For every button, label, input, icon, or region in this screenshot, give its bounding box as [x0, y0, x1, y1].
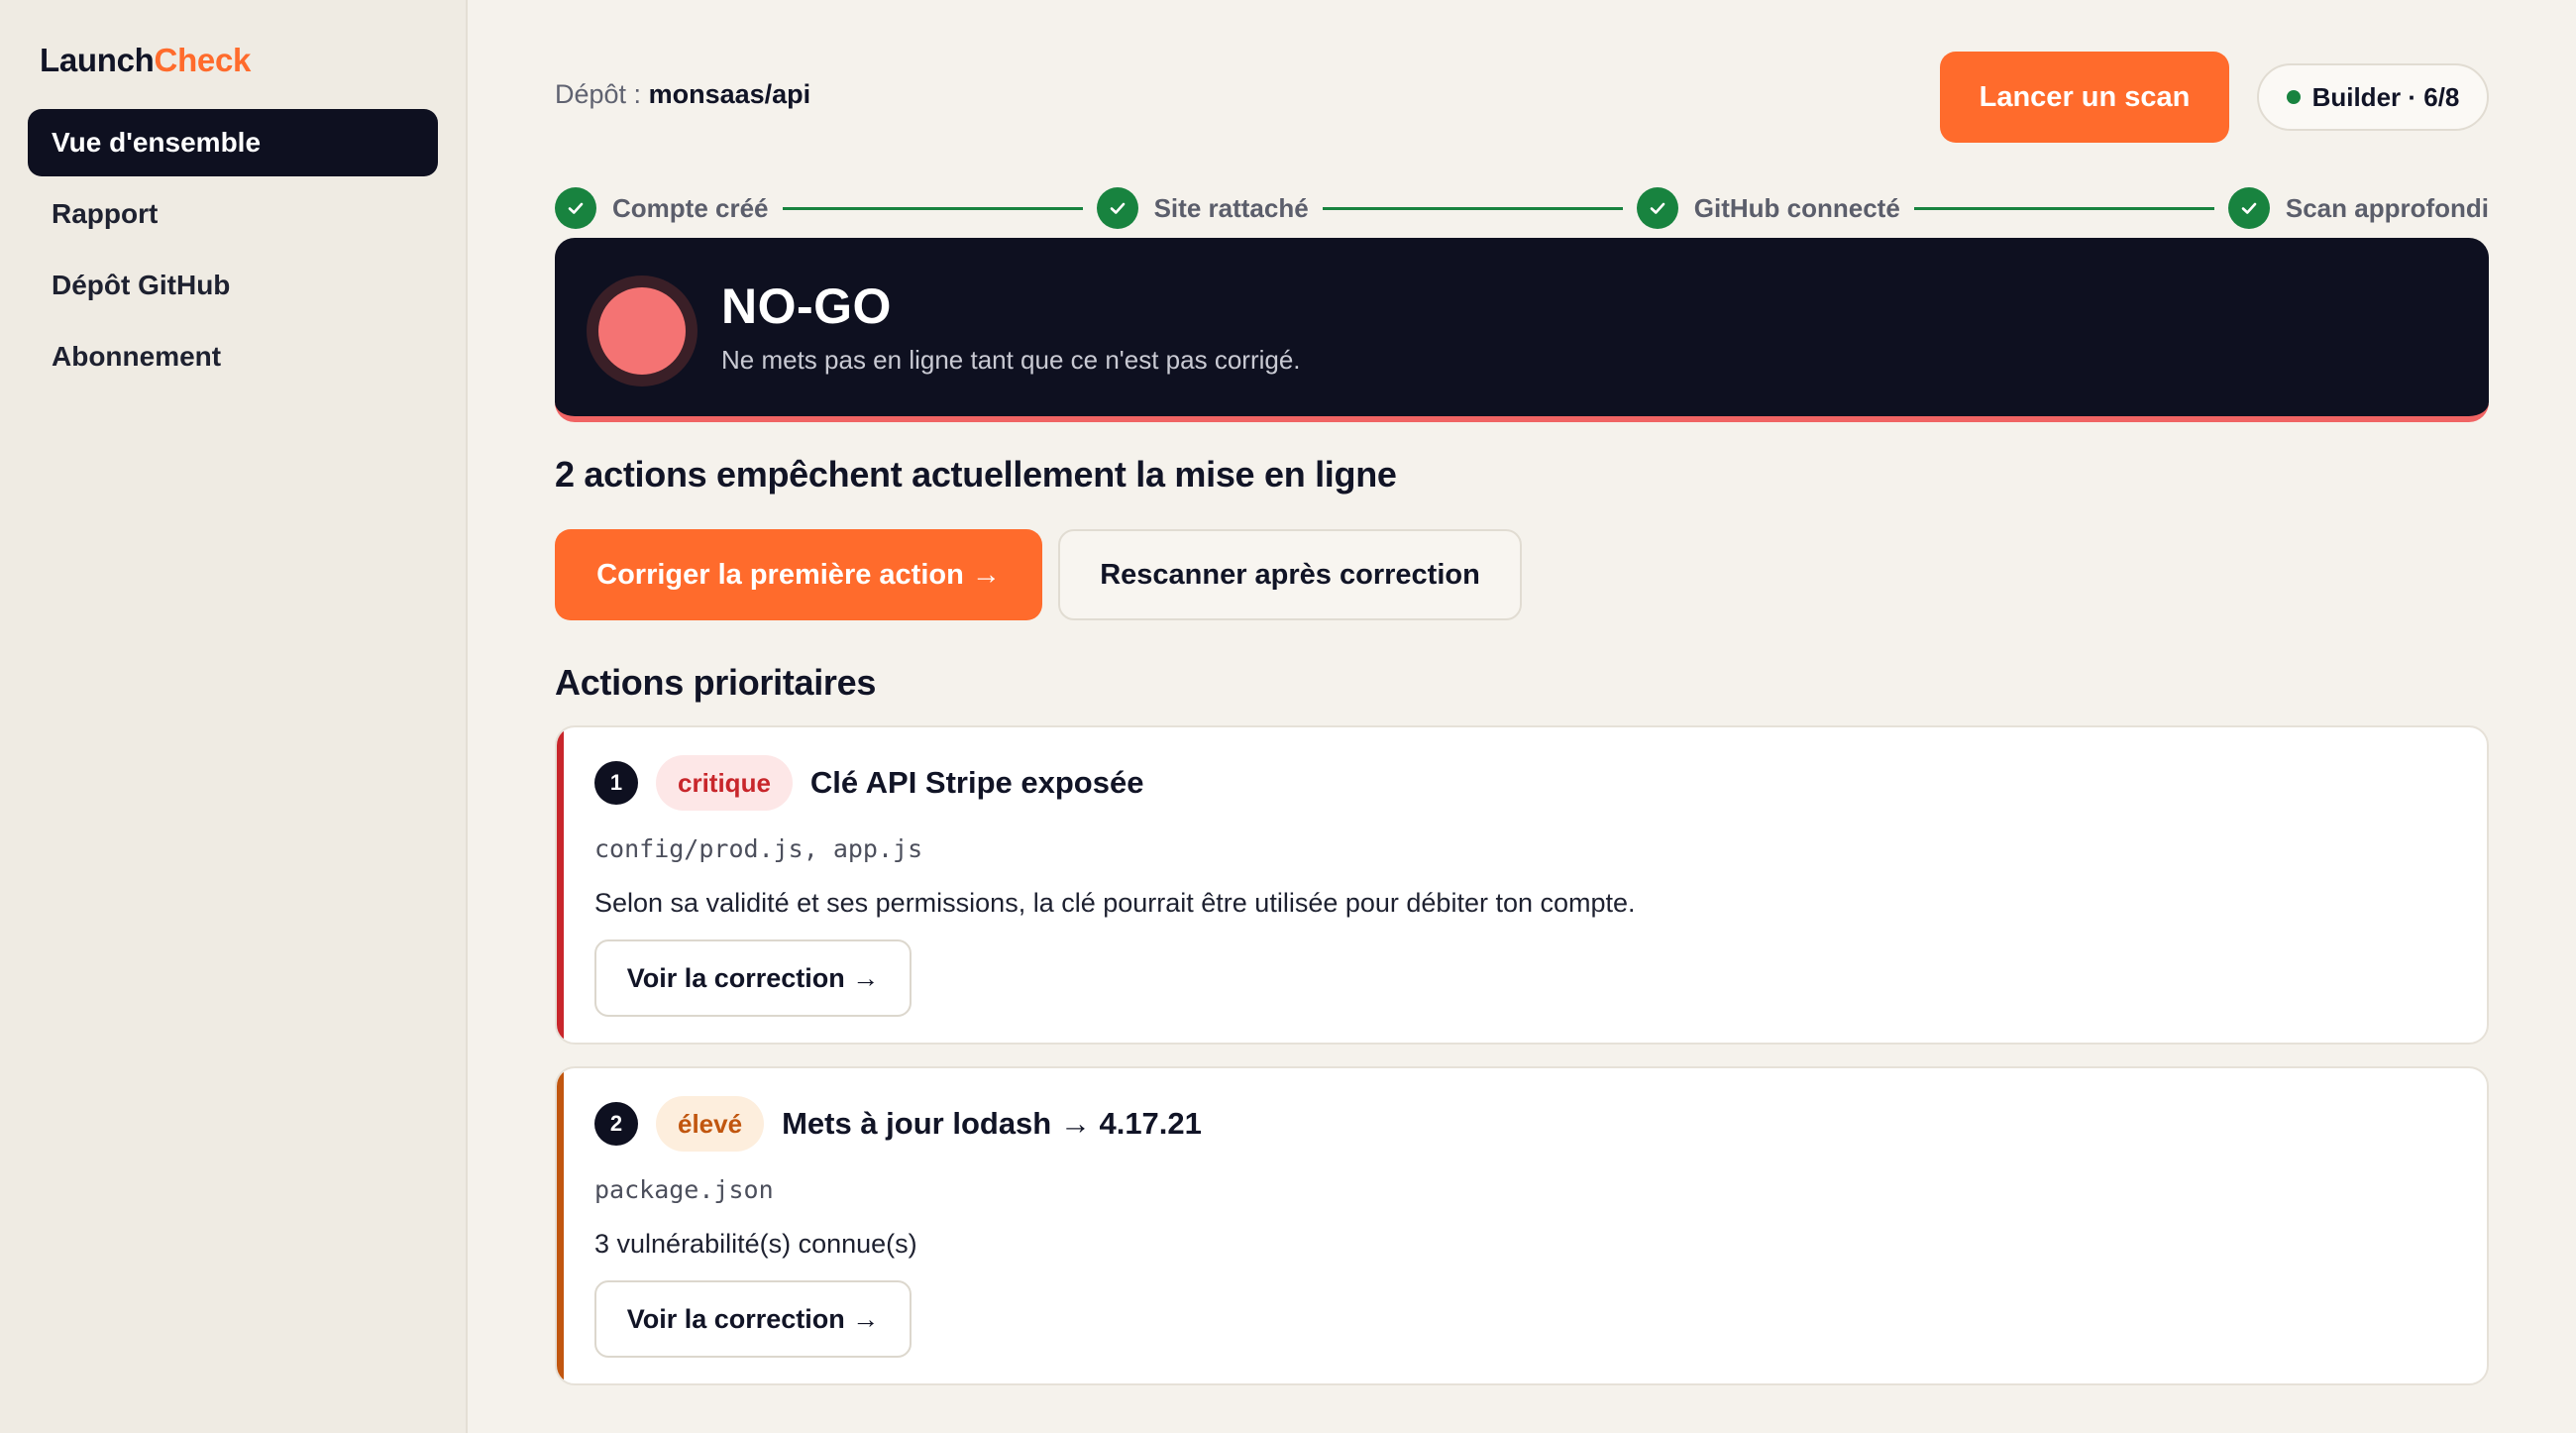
repo-breadcrumb: Dépôt : monsaas/api — [555, 79, 810, 110]
plan-badge-label: Builder · 6/8 — [2311, 81, 2460, 112]
action-description: 3 vulnérabilité(s) connue(s) — [594, 1229, 917, 1259]
step-connector — [1322, 206, 1623, 210]
sidebar-item-subscription[interactable]: Abonnement — [28, 323, 438, 390]
action-files: config/prod.js, app.js — [594, 834, 923, 863]
status-indicator-icon — [587, 276, 698, 386]
step-label: Site rattaché — [1153, 192, 1309, 223]
launch-status-banner: NO-GO Ne mets pas en ligne tant que ce n… — [555, 238, 2489, 422]
check-icon — [1636, 187, 1678, 229]
red-dot-icon — [598, 287, 686, 375]
action-files: package.json — [594, 1175, 774, 1204]
step-github-connected: GitHub connecté — [1636, 187, 1900, 229]
repo-name: monsaas/api — [648, 79, 811, 109]
check-icon — [2227, 187, 2270, 229]
action-title: Clé API Stripe exposée — [809, 765, 1144, 800]
action-description: Selon sa validité et ses permissions, la… — [594, 888, 1636, 918]
action-title: Mets à jour lodash → 4.17.21 — [782, 1106, 1202, 1141]
step-deep-scan: Scan approfondi — [2227, 187, 2489, 229]
sidebar: LaunchCheck Vue d'ensemble Rapport Dépôt… — [0, 0, 468, 1433]
step-label: GitHub connecté — [1693, 192, 1900, 223]
action-number: 1 — [594, 761, 638, 805]
view-fix-button[interactable]: Voir la correction → — [594, 1280, 912, 1358]
action-card: 2 élevé Mets à jour lodash → 4.17.21 pac… — [555, 1066, 2489, 1385]
step-site-attached: Site rattaché — [1096, 187, 1309, 229]
onboarding-stepper: Compte créé Site rattaché GitHub connect… — [555, 186, 2489, 230]
action-number: 2 — [594, 1102, 638, 1146]
step-connector — [1913, 206, 2214, 210]
status-dot-icon — [2286, 90, 2301, 104]
status-subtitle: Ne mets pas en ligne tant que ce n'est p… — [721, 345, 1301, 375]
action-card: 1 critique Clé API Stripe exposée config… — [555, 725, 2489, 1045]
sidebar-item-github-repo[interactable]: Dépôt GitHub — [28, 252, 438, 319]
step-label: Compte créé — [612, 192, 769, 223]
severity-badge: critique — [656, 755, 793, 811]
severity-badge: élevé — [656, 1096, 765, 1152]
step-label: Scan approfondi — [2285, 192, 2489, 223]
action-card-header: 1 critique Clé API Stripe exposée — [594, 755, 1143, 811]
check-icon — [1096, 187, 1138, 229]
blocking-actions-heading: 2 actions empêchent actuellement la mise… — [555, 454, 1397, 495]
check-icon — [555, 187, 596, 229]
status-title: NO-GO — [721, 278, 892, 334]
step-connector — [782, 206, 1083, 210]
brand-logo[interactable]: LaunchCheck — [40, 42, 438, 79]
brand-name-part2: Check — [154, 42, 252, 78]
sidebar-item-report[interactable]: Rapport — [28, 180, 438, 248]
main-content: Dépôt : monsaas/api Lancer un scan Build… — [555, 0, 2489, 1433]
sidebar-item-overview[interactable]: Vue d'ensemble — [28, 109, 438, 176]
sidebar-nav: Vue d'ensemble Rapport Dépôt GitHub Abon… — [28, 109, 438, 390]
rescan-button[interactable]: Rescanner après correction — [1058, 529, 1522, 620]
brand-name-part1: Launch — [40, 42, 155, 78]
view-fix-button[interactable]: Voir la correction → — [594, 939, 912, 1017]
priority-actions-heading: Actions prioritaires — [555, 662, 877, 703]
fix-first-action-button[interactable]: Corriger la première action → — [555, 529, 1042, 620]
plan-badge[interactable]: Builder · 6/8 — [2257, 63, 2489, 131]
step-account-created: Compte créé — [555, 187, 769, 229]
repo-label: Dépôt : — [555, 79, 642, 109]
top-bar: Dépôt : monsaas/api Lancer un scan Build… — [555, 52, 2489, 143]
action-card-header: 2 élevé Mets à jour lodash → 4.17.21 — [594, 1096, 1202, 1152]
launch-scan-button[interactable]: Lancer un scan — [1940, 52, 2229, 143]
